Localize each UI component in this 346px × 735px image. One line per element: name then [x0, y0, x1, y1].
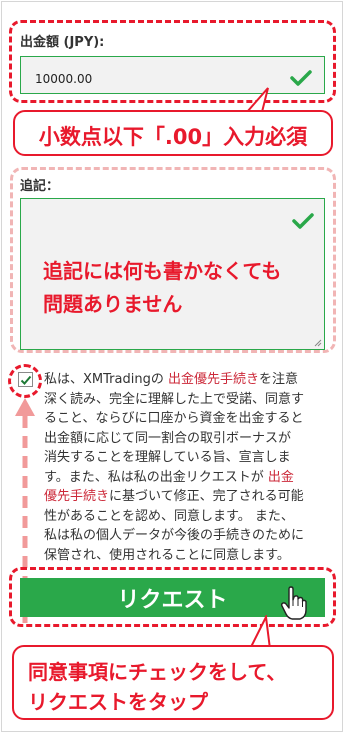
valid-check-icon [290, 70, 312, 86]
note-annotation-line1: 追記には何も書かなくても [43, 259, 282, 283]
consent-text: 私は、XMTradingの 出金優先手続きを注意 深く読み、完全に理解した上で受… [44, 370, 334, 565]
note-label: 追記： [20, 179, 60, 194]
priority-procedure-link[interactable]: 出金優先手続き [168, 372, 259, 387]
request-button-label: リクエスト [117, 587, 228, 613]
consent-line-3: ること、ならびに口座から資金を出金すると [44, 411, 304, 426]
consent-line-1: 私は、XMTradingの 出金優先手続きを注意 [44, 372, 298, 387]
hand-pointer-icon [281, 586, 307, 620]
consent-line-8: 性があることを認め、同意します。 また、 [44, 508, 294, 524]
amount-value: 10000.00 [35, 72, 93, 86]
note-annotation-line2: 問題ありません [43, 292, 183, 316]
consent-line-10: 保管され、使用されることに同意します。 [44, 547, 290, 563]
consent-line-2: 深く読み、完全に理解した上で受諾、同意す [44, 391, 305, 407]
bottom-callout-pointer [248, 615, 272, 649]
decimal-callout: 小数点以下「.00」入力必須 [13, 110, 333, 156]
instruction-callout: 同意事項にチェックをして、 リクエストをタップ [12, 645, 334, 720]
consent-line-5: 消失することを理解している旨、宣言しま [44, 450, 291, 465]
checkmark-icon [20, 375, 32, 385]
valid-check-icon [292, 213, 314, 229]
priority-procedure-link-2b[interactable]: 優先手続き [44, 489, 109, 504]
consent-line-4: 出金額に応じて同一割合の取引ボーナスが [44, 430, 292, 446]
resize-handle-icon[interactable] [314, 339, 322, 347]
consent-line-6: す。また、私は私の出金リクエストが 出金 [44, 469, 294, 485]
decimal-callout-text: 小数点以下「.00」入力必須 [38, 125, 308, 149]
request-button[interactable]: リクエスト [20, 578, 325, 617]
priority-procedure-link-2[interactable]: 出金 [268, 470, 294, 485]
amount-label: 出金額 (JPY): [20, 35, 105, 50]
consent-line-7: 優先手続きに基づいて修正、完了される可能 [44, 489, 304, 504]
consent-checkbox[interactable] [18, 372, 33, 387]
consent-line-9: 私は私の個人データが今後の手続きのために [44, 528, 305, 543]
instruction-line1: 同意事項にチェックをして、 [28, 660, 287, 684]
instruction-line2: リクエストをタップ [28, 690, 208, 714]
